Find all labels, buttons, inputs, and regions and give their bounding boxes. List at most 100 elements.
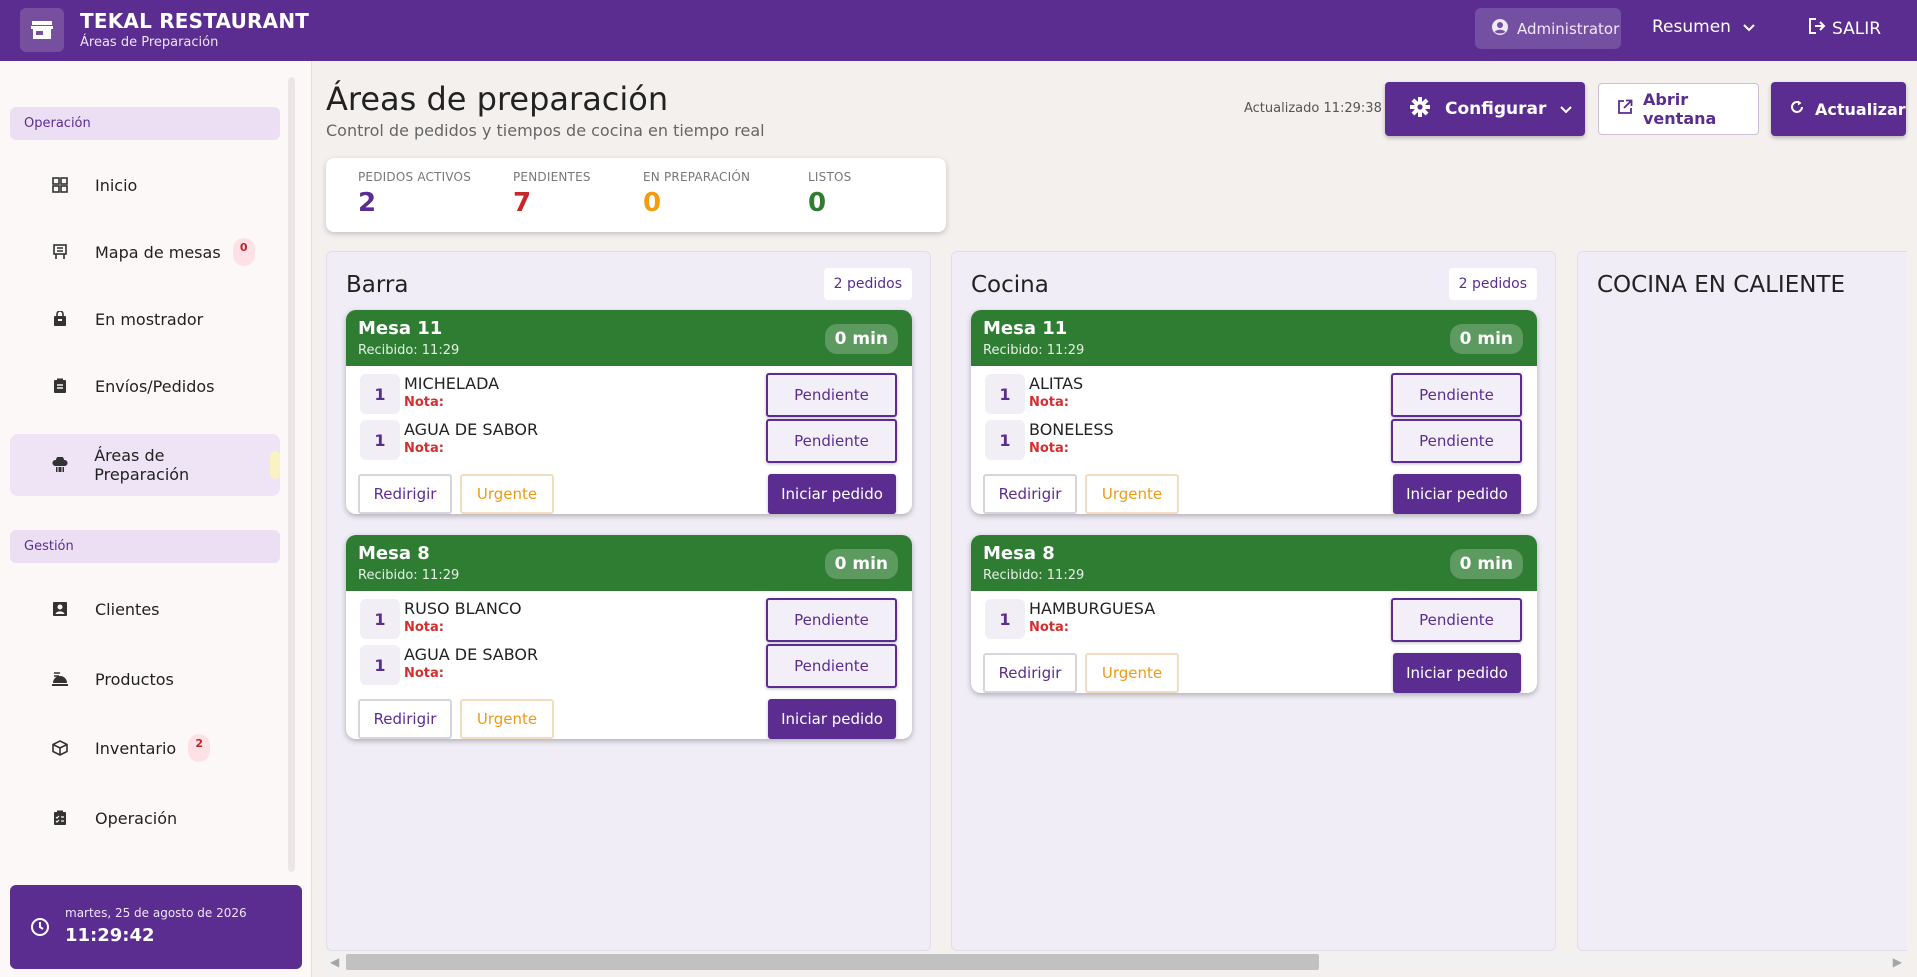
cube-icon [50, 738, 70, 758]
urgent-button[interactable]: Urgente [1085, 653, 1179, 693]
count-badge: 0 [232, 238, 255, 266]
urgent-button[interactable]: Urgente [460, 699, 554, 739]
open-in-new-icon [1617, 99, 1633, 119]
summary-dropdown[interactable]: Resumen [1652, 17, 1755, 37]
order-table: Mesa 11 [983, 318, 1068, 339]
sidebar-item-inicio[interactable]: Inicio [10, 154, 280, 216]
grid-icon [50, 175, 70, 195]
sidebar-section-operacion: Operación [10, 107, 280, 140]
refresh-button[interactable]: Actualizar [1771, 82, 1906, 136]
urgent-button[interactable]: Urgente [1085, 474, 1179, 514]
sidebar-item-label: Inventario [95, 738, 177, 758]
order-card: Mesa 11 Recibido: 11:29 0 min 1 MICHELAD… [346, 310, 912, 514]
page-title: Áreas de preparación [326, 80, 669, 118]
scroll-left-icon[interactable]: ◀ [330, 955, 339, 969]
order-card: Mesa 11 Recibido: 11:29 0 min 1 ALITAS N… [971, 310, 1537, 514]
item-name: AGUA DE SABOR [404, 420, 539, 439]
urgent-button[interactable]: Urgente [460, 474, 554, 514]
area-title: COCINA EN CALIENTE [1597, 272, 1846, 298]
order-table: Mesa 8 [983, 543, 1055, 564]
stat-label: EN PREPARACIÓN [643, 170, 751, 184]
item-status-button[interactable]: Pendiente [1391, 598, 1522, 642]
order-table: Mesa 11 [358, 318, 443, 339]
sidebar-item-operacion[interactable]: Operación [10, 787, 280, 849]
sidebar-item-envios-pedidos[interactable]: Envíos/Pedidos [10, 355, 280, 417]
chevron-down-icon [1560, 99, 1573, 119]
item-quantity: 1 [360, 374, 400, 414]
order-item: 1 AGUA DE SABOR Nota: Pendiente [346, 412, 912, 463]
scrollbar-thumb[interactable] [346, 954, 1319, 970]
table-map-icon [50, 242, 70, 262]
order-item: 1 RUSO BLANCO Nota: Pendiente [346, 591, 912, 642]
stat-label: PEDIDOS ACTIVOS [358, 170, 472, 184]
item-name: HAMBURGUESA [1029, 599, 1156, 618]
configure-label: Configurar [1445, 99, 1547, 119]
item-note: Nota: [404, 441, 444, 456]
stat-in-preparation: EN PREPARACIÓN 0 [643, 170, 750, 218]
app-title: TEKAL RESTAURANT [80, 9, 310, 33]
open-window-label: Abrir ventana [1643, 90, 1717, 128]
item-status-button[interactable]: Pendiente [766, 644, 897, 688]
sidebar-item-areas-de-preparacion[interactable]: Áreas de Preparación [10, 434, 280, 496]
area-column-barra: Barra 2 pedidos Mesa 11 Recibido: 11:29 … [326, 251, 931, 951]
start-order-button[interactable]: Iniciar pedido [1393, 474, 1521, 514]
item-quantity: 1 [985, 599, 1025, 639]
order-timer: 0 min [824, 549, 898, 579]
sidebar-item-en-mostrador[interactable]: En mostrador [10, 288, 280, 350]
sidebar-item-mapa-de-mesas[interactable]: Mapa de mesas 0 [10, 221, 280, 283]
sidebar-item-clientes[interactable]: Clientes [10, 578, 280, 640]
item-note: Nota: [1029, 395, 1069, 410]
horizontal-scrollbar[interactable]: ◀ ▶ [326, 952, 1906, 972]
redirect-button[interactable]: Redirigir [983, 653, 1077, 693]
order-received: Recibido: 11:29 [983, 568, 1085, 583]
logout-label: SALIR [1832, 18, 1882, 39]
order-timer: 0 min [824, 324, 898, 354]
start-order-button[interactable]: Iniciar pedido [1393, 653, 1521, 693]
summary-label: Resumen [1652, 17, 1731, 37]
user-menu-button[interactable]: Administrator [1475, 8, 1621, 49]
scroll-right-icon[interactable]: ▶ [1893, 955, 1902, 969]
start-order-button[interactable]: Iniciar pedido [768, 474, 896, 514]
refresh-label: Actualizar [1815, 99, 1906, 119]
clock-icon [30, 917, 50, 941]
stat-ready: LISTOS 0 [808, 170, 851, 218]
sidebar-item-label: Operación [95, 808, 178, 828]
order-count-badge: 2 pedidos [823, 268, 912, 300]
redirect-button[interactable]: Redirigir [358, 699, 452, 739]
clipboard-icon [50, 376, 70, 396]
item-name: AGUA DE SABOR [404, 645, 539, 664]
item-status-button[interactable]: Pendiente [1391, 419, 1522, 463]
order-timer: 0 min [1449, 324, 1523, 354]
item-status-button[interactable]: Pendiente [1391, 373, 1522, 417]
item-name: RUSO BLANCO [404, 599, 522, 618]
store-icon[interactable] [20, 8, 64, 52]
clock-card: martes, 25 de agosto de 2026 11:29:42 [10, 885, 302, 969]
sidebar-item-inventario[interactable]: Inventario 2 [10, 717, 280, 779]
open-window-button[interactable]: Abrir ventana [1598, 83, 1759, 135]
start-order-button[interactable]: Iniciar pedido [768, 699, 896, 739]
refresh-icon [1789, 99, 1805, 119]
item-note: Nota: [404, 395, 444, 410]
count-badge: 2 [188, 734, 211, 762]
item-status-button[interactable]: Pendiente [766, 373, 897, 417]
configure-button[interactable]: Configurar [1385, 82, 1585, 136]
item-quantity: 1 [985, 420, 1025, 460]
sidebar-scrollbar[interactable] [288, 77, 295, 872]
area-column-cocina: Cocina 2 pedidos Mesa 11 Recibido: 11:29… [951, 251, 1556, 951]
stats-summary: PEDIDOS ACTIVOS 2 PENDIENTES 7 EN PREPAR… [326, 158, 946, 232]
item-status-button[interactable]: Pendiente [766, 598, 897, 642]
status-badge [270, 451, 280, 479]
sidebar-item-productos[interactable]: Productos [10, 648, 280, 710]
order-count-badge: 2 pedidos [1448, 268, 1537, 300]
logout-button[interactable]: SALIR [1808, 17, 1881, 40]
item-quantity: 1 [985, 374, 1025, 414]
task-list-icon [50, 808, 70, 828]
app-subtitle: Áreas de Preparación [80, 35, 219, 50]
redirect-button[interactable]: Redirigir [983, 474, 1077, 514]
sidebar-item-label: Mapa de mesas [95, 242, 221, 262]
redirect-button[interactable]: Redirigir [358, 474, 452, 514]
sidebar-item-label: En mostrador [95, 309, 204, 329]
current-date: martes, 25 de agosto de 2026 [65, 906, 247, 920]
item-status-button[interactable]: Pendiente [766, 419, 897, 463]
chef-hat-icon [50, 455, 69, 475]
